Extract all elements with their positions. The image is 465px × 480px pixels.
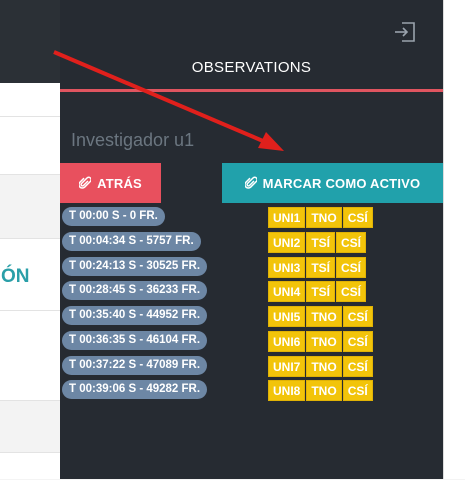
mark-active-button[interactable]: MARCAR COMO ACTIVO bbox=[222, 163, 443, 203]
underlying-row bbox=[0, 116, 60, 175]
time-pill[interactable]: T 00:04:34 S - 5757 FR. bbox=[62, 232, 201, 251]
underlying-row bbox=[0, 310, 60, 401]
title-divider bbox=[60, 89, 443, 92]
tag-badge: TNO bbox=[306, 207, 342, 228]
tag-badge: CSÍ bbox=[342, 356, 373, 377]
back-button[interactable]: ATRÁS bbox=[60, 163, 161, 203]
paperclip-icon bbox=[79, 176, 92, 190]
paperclip-icon bbox=[244, 176, 257, 190]
underlying-row bbox=[0, 174, 60, 239]
underlying-row bbox=[0, 400, 60, 453]
tag-row: UNI3 TSÍ CSÍ bbox=[268, 257, 367, 278]
tag-badge: TSÍ bbox=[306, 232, 336, 253]
tag-badge: CSÍ bbox=[342, 207, 373, 228]
underlying-accent-text: ÓN bbox=[1, 266, 30, 287]
tag-row: UNI7 TNO CSÍ bbox=[268, 356, 373, 377]
tag-row: UNI4 TSÍ CSÍ bbox=[268, 281, 367, 302]
tag-badge: UNI1 bbox=[268, 207, 306, 228]
tag-badge: TSÍ bbox=[306, 257, 336, 278]
tag-badge: CSÍ bbox=[336, 257, 367, 278]
back-button-label: ATRÁS bbox=[97, 175, 142, 191]
tag-row: UNI2 TSÍ CSÍ bbox=[268, 232, 367, 253]
time-pill[interactable]: T 00:00 S - 0 FR. bbox=[62, 207, 165, 226]
tag-badge: UNI7 bbox=[268, 356, 306, 377]
tag-badge: TNO bbox=[306, 331, 342, 352]
panel-title: OBSERVATIONS bbox=[191, 59, 312, 76]
tag-badge: UNI5 bbox=[268, 306, 306, 327]
tag-badge: CSÍ bbox=[336, 281, 367, 302]
tag-badge: CSÍ bbox=[342, 306, 373, 327]
time-pill[interactable]: T 00:39:06 S - 49282 FR. bbox=[62, 380, 208, 399]
underlying-header bbox=[0, 0, 60, 83]
tag-badge: CSÍ bbox=[336, 232, 367, 253]
mark-active-button-label: MARCAR COMO ACTIVO bbox=[262, 175, 421, 191]
time-pill[interactable]: T 00:36:35 S - 46104 FR. bbox=[62, 331, 208, 350]
tag-row: UNI1 TNO CSÍ bbox=[268, 207, 373, 228]
tag-badge: UNI2 bbox=[268, 232, 306, 253]
tag-row: UNI6 TNO CSÍ bbox=[268, 331, 373, 352]
tag-badge: UNI4 bbox=[268, 281, 306, 302]
tag-badge: TNO bbox=[306, 380, 342, 401]
scrollbar[interactable] bbox=[443, 0, 465, 479]
tag-badge: CSÍ bbox=[342, 380, 373, 401]
exit-icon[interactable] bbox=[393, 21, 417, 43]
tag-badge: UNI8 bbox=[268, 380, 306, 401]
tag-badge: TNO bbox=[306, 306, 342, 327]
time-pill[interactable]: T 00:37:22 S - 47089 FR. bbox=[62, 356, 208, 375]
investigator-label: Investigador u1 bbox=[71, 130, 195, 150]
tag-badge: TSÍ bbox=[306, 281, 336, 302]
time-pill[interactable]: T 00:24:13 S - 30525 FR. bbox=[62, 257, 208, 276]
tag-badge: TNO bbox=[306, 356, 342, 377]
time-pill[interactable]: T 00:28:45 S - 36233 FR. bbox=[62, 281, 208, 300]
tag-badge: CSÍ bbox=[342, 331, 373, 352]
underlying-row bbox=[0, 452, 60, 480]
tag-badge: UNI6 bbox=[268, 331, 306, 352]
tag-badge: UNI3 bbox=[268, 257, 306, 278]
tag-row: UNI8 TNO CSÍ bbox=[268, 380, 373, 401]
time-pill[interactable]: T 00:35:40 S - 44952 FR. bbox=[62, 306, 208, 325]
tag-row: UNI5 TNO CSÍ bbox=[268, 306, 373, 327]
